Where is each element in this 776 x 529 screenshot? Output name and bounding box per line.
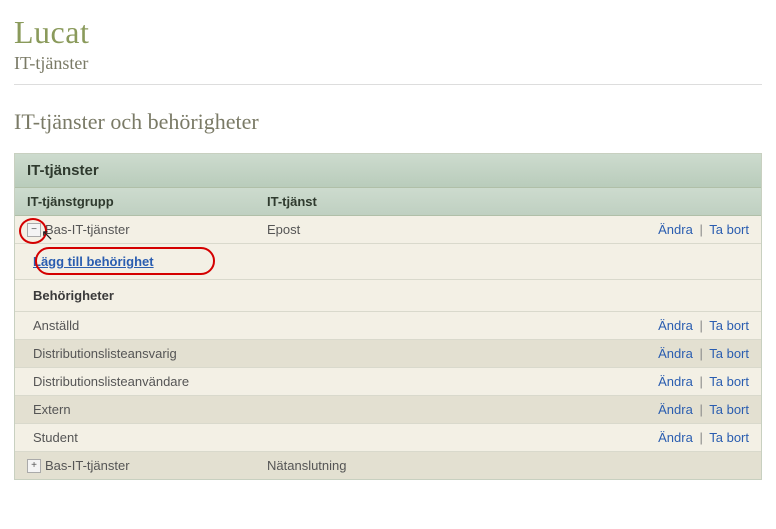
action-separator: |	[699, 222, 702, 237]
service-group-label: Bas-IT-tjänster	[45, 458, 130, 473]
permission-row: Extern Ändra | Ta bort	[15, 396, 761, 424]
permission-row: Distributionslisteanvändare Ändra | Ta b…	[15, 368, 761, 396]
column-headers: IT-tjänstgrupp IT-tjänst	[15, 188, 761, 216]
permission-name: Extern	[27, 402, 267, 417]
delete-link[interactable]: Ta bort	[709, 402, 749, 417]
it-services-panel: IT-tjänster IT-tjänstgrupp IT-tjänst − B…	[14, 153, 762, 480]
service-row: + Bas-IT-tjänster Nätanslutning	[15, 452, 761, 479]
expand-icon[interactable]: +	[27, 459, 41, 473]
expanded-controls: ↖ Lägg till behörighet	[15, 244, 761, 280]
row-actions: Ändra | Ta bort	[658, 222, 749, 237]
service-group-label: Bas-IT-tjänster	[45, 222, 130, 237]
permission-row: Distributionslisteansvarig Ändra | Ta bo…	[15, 340, 761, 368]
edit-link[interactable]: Ändra	[658, 402, 693, 417]
delete-link[interactable]: Ta bort	[709, 222, 749, 237]
permission-row: Anställd Ändra | Ta bort	[15, 312, 761, 340]
section-heading: IT-tjänster och behörigheter	[14, 109, 762, 135]
permission-name: Distributionslisteansvarig	[27, 346, 177, 361]
service-row: − Bas-IT-tjänster Epost Ändra | Ta bort	[15, 216, 761, 244]
edit-link[interactable]: Ändra	[658, 222, 693, 237]
divider	[14, 84, 762, 85]
permission-name: Anställd	[27, 318, 267, 333]
permission-name: Distributionslisteanvändare	[27, 374, 189, 389]
permission-row: Student Ändra | Ta bort	[15, 424, 761, 452]
app-title: Lucat	[14, 14, 762, 51]
delete-link[interactable]: Ta bort	[709, 430, 749, 445]
panel-title: IT-tjänster	[15, 154, 761, 188]
edit-link[interactable]: Ändra	[658, 430, 693, 445]
service-name: Epost	[267, 222, 658, 237]
edit-link[interactable]: Ändra	[658, 346, 693, 361]
collapse-icon[interactable]: −	[27, 223, 41, 237]
add-permission-link[interactable]: Lägg till behörighet	[33, 254, 154, 269]
column-header-group: IT-tjänstgrupp	[27, 194, 267, 209]
permission-name: Student	[27, 430, 267, 445]
edit-link[interactable]: Ändra	[658, 374, 693, 389]
column-header-service: IT-tjänst	[267, 194, 749, 209]
service-name: Nätanslutning	[267, 458, 749, 473]
delete-link[interactable]: Ta bort	[709, 318, 749, 333]
delete-link[interactable]: Ta bort	[709, 374, 749, 389]
app-subtitle: IT-tjänster	[14, 53, 762, 74]
edit-link[interactable]: Ändra	[658, 318, 693, 333]
delete-link[interactable]: Ta bort	[709, 346, 749, 361]
permissions-heading: Behörigheter	[15, 280, 761, 312]
